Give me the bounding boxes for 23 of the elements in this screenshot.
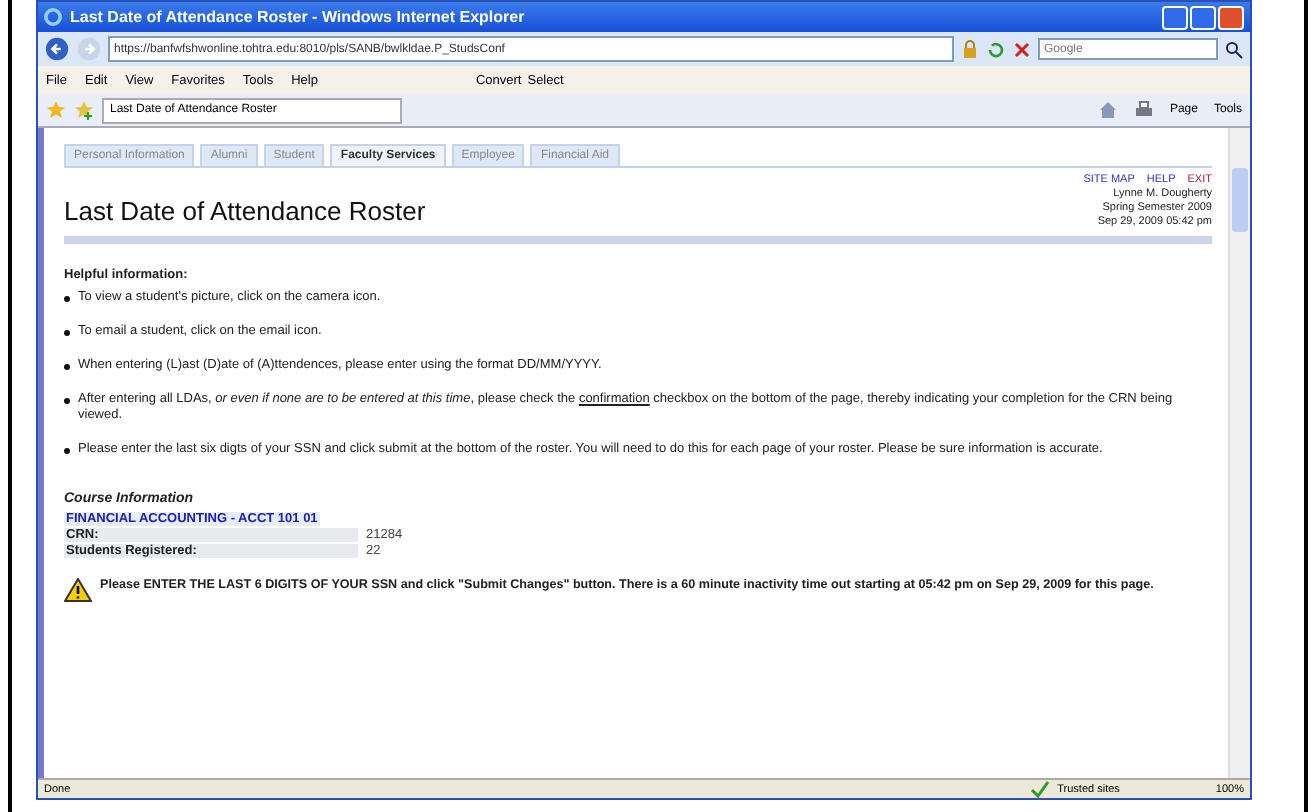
bullet-icon [64, 397, 70, 404]
lock-icon [960, 39, 980, 59]
back-icon[interactable] [44, 36, 70, 62]
print-icon[interactable] [1133, 100, 1154, 120]
search-icon[interactable] [1224, 39, 1244, 59]
close-button[interactable] [1218, 5, 1244, 29]
minimize-button[interactable] [1162, 5, 1188, 29]
bullet-icon [64, 329, 70, 336]
stop-icon[interactable] [1012, 39, 1032, 59]
add-favorite-icon[interactable] [74, 100, 94, 120]
home-icon[interactable] [1097, 100, 1118, 120]
star-icon[interactable] [46, 100, 66, 120]
check-icon [1029, 779, 1050, 799]
scrollbar[interactable] [1228, 128, 1250, 778]
warning-icon [64, 578, 92, 603]
bullet-icon [64, 295, 70, 302]
browser-logo-icon [44, 8, 62, 26]
window-title: Last Date of Attendance Roster - Windows Internet Explorer [70, 8, 525, 26]
refresh-icon[interactable] [986, 39, 1006, 59]
bullet-icon [64, 363, 70, 370]
bullet-icon [64, 448, 70, 455]
maximize-button[interactable] [1190, 5, 1216, 29]
page-heading: Last Date of Attendance Roster [64, 195, 426, 226]
